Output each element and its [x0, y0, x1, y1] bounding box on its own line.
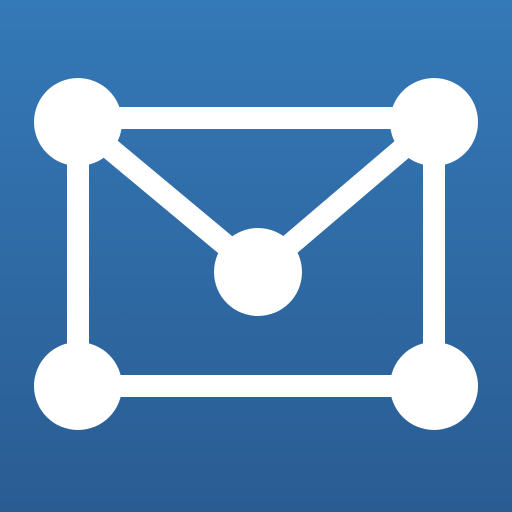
node-top-left — [34, 78, 122, 166]
node-center — [214, 228, 302, 316]
app-icon[interactable] — [0, 0, 512, 512]
node-bottom-left — [34, 342, 122, 430]
network-envelope-icon — [0, 0, 512, 512]
node-top-right — [390, 78, 478, 166]
node-bottom-right — [390, 342, 478, 430]
